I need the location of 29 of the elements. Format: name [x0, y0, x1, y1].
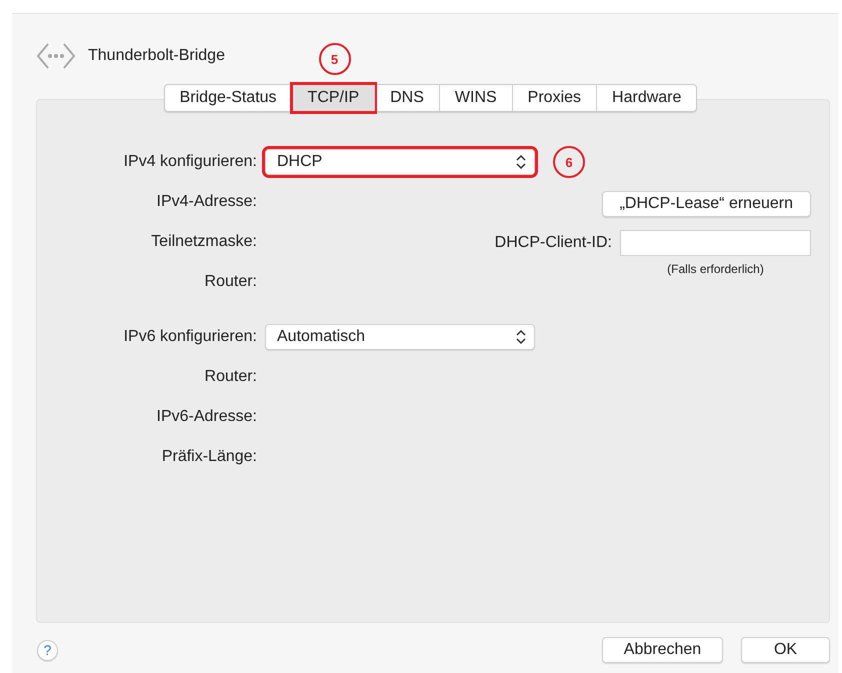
field-label: Präfix-Länge:	[160, 448, 257, 466]
callout-number: 6	[553, 146, 585, 178]
tab[interactable]: Proxies	[512, 85, 596, 111]
field-label: IPv4-Adresse:	[156, 193, 257, 211]
cancel-button[interactable]: Abbrechen	[602, 637, 723, 663]
renew-lease-button[interactable]: „DHCP-Lease“ erneuern	[602, 191, 811, 217]
field-label: Router:	[204, 273, 257, 291]
tab[interactable]: Bridge-Status	[164, 85, 292, 111]
ok-button[interactable]: OK	[741, 637, 830, 663]
tab[interactable]: TCP/IP	[292, 85, 374, 111]
tab[interactable]: DNS	[375, 85, 439, 111]
network-bridge-icon	[36, 42, 76, 70]
field-label: IPv6 konfigurieren:	[122, 328, 257, 346]
hint-text: (Falls erforderlich)	[667, 262, 764, 276]
field-label: Teilnetzmaske:	[150, 233, 257, 251]
stepper-icon	[516, 329, 526, 345]
interface-title: Thunderbolt-Bridge	[88, 47, 225, 65]
tab[interactable]: Hardware	[597, 85, 696, 111]
ipv6-select[interactable]: Automatisch	[265, 324, 535, 350]
field-label: Router:	[204, 368, 257, 386]
field-label: DHCP-Client-ID:	[494, 233, 612, 253]
client-id-field[interactable]	[620, 230, 811, 256]
field-label: IPv6-Adresse:	[156, 408, 257, 426]
tab[interactable]: WINS	[440, 85, 512, 111]
help-button[interactable]: ?	[37, 640, 58, 660]
callout-number: 5	[318, 43, 351, 75]
field-label: IPv4 konfigurieren:	[122, 153, 257, 171]
stepper-icon	[516, 154, 526, 170]
ipv4-select[interactable]: DHCP	[265, 149, 535, 175]
